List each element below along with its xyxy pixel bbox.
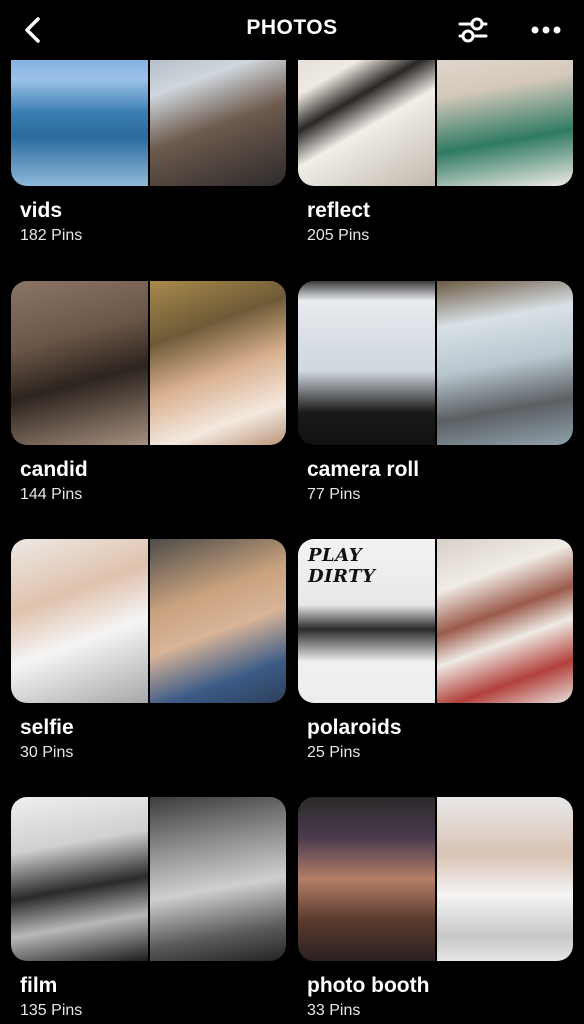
top-bar: PHOTOS <box>0 0 584 60</box>
board-candid[interactable]: candid 144 Pins <box>11 281 286 505</box>
cover-image <box>298 281 435 445</box>
cover-image <box>149 539 286 703</box>
board-title: film <box>20 974 58 997</box>
board-title: polaroids <box>307 716 402 739</box>
board-cover <box>298 281 573 445</box>
board-title: reflect <box>307 199 371 222</box>
cover-caption: PLAY DIRTY <box>308 545 376 587</box>
board-title: vids <box>20 199 63 222</box>
board-cover <box>11 539 286 703</box>
board-pin-count: 144 Pins <box>20 486 83 503</box>
board-title: selfie <box>20 716 74 739</box>
cover-image <box>149 797 286 961</box>
cover-image <box>436 797 573 961</box>
board-cover <box>11 797 286 961</box>
cover-image: PLAY DIRTY <box>298 539 435 703</box>
cover-image <box>436 539 573 703</box>
ellipsis-icon <box>531 26 561 34</box>
board-pin-count: 30 Pins <box>20 744 74 761</box>
more-options-button[interactable] <box>528 14 564 46</box>
board-title: camera roll <box>307 458 420 481</box>
board-pin-count: 205 Pins <box>307 227 370 244</box>
board-cover <box>11 281 286 445</box>
board-title: photo booth <box>307 974 430 997</box>
board-pin-count: 25 Pins <box>307 744 361 761</box>
cover-image <box>298 797 435 961</box>
board-polaroids[interactable]: PLAY DIRTY polaroids 25 Pins <box>298 539 573 763</box>
board-film[interactable]: film 135 Pins <box>11 797 286 1021</box>
board-title: candid <box>20 458 88 481</box>
board-pin-count: 77 Pins <box>307 486 361 503</box>
cover-image <box>11 281 148 445</box>
board-pin-count: 135 Pins <box>20 1002 83 1019</box>
page-title: PHOTOS <box>246 16 338 39</box>
board-selfie[interactable]: selfie 30 Pins <box>11 539 286 763</box>
cover-image <box>11 539 148 703</box>
cover-image <box>436 281 573 445</box>
filter-button[interactable] <box>456 14 490 46</box>
board-cover: PLAY DIRTY <box>298 539 573 703</box>
board-pin-count: 33 Pins <box>307 1002 361 1019</box>
board-photo-booth[interactable]: photo booth 33 Pins <box>298 797 573 1021</box>
cover-image <box>11 797 148 961</box>
board-camera-roll[interactable]: camera roll 77 Pins <box>298 281 573 505</box>
sliders-icon <box>458 17 488 43</box>
board-cover <box>298 797 573 961</box>
cover-image <box>149 281 286 445</box>
board-pin-count: 182 Pins <box>20 227 83 244</box>
